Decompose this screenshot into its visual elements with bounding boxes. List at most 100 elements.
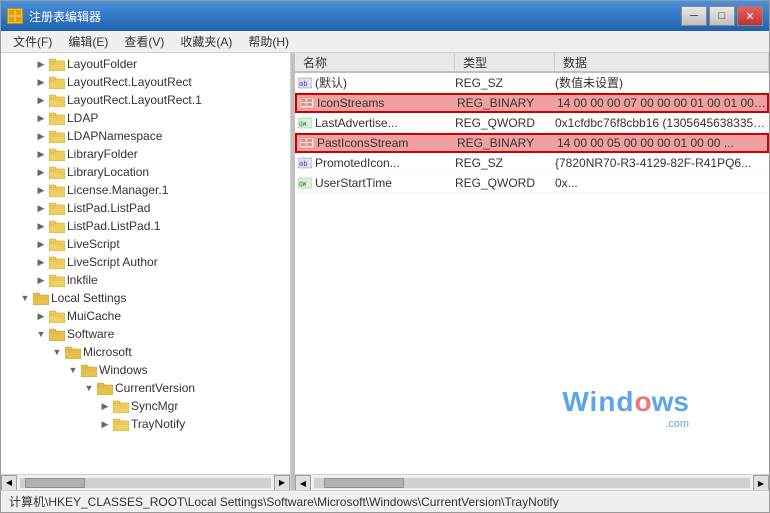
folder-icon: [49, 111, 65, 125]
tree-item[interactable]: ▶ LDAPNamespace: [1, 127, 290, 145]
svg-text:QW: QW: [299, 181, 307, 188]
tree-item[interactable]: ▼ Microsoft: [1, 343, 290, 361]
expand-icon[interactable]: ▶: [33, 128, 49, 144]
right-hscroll-thumb[interactable]: [324, 478, 404, 488]
menu-favorites[interactable]: 收藏夹(A): [172, 31, 240, 52]
col-header-type[interactable]: 类型: [455, 53, 555, 71]
expand-icon[interactable]: ▶: [97, 416, 113, 432]
registry-row[interactable]: ab PromotedIcon... REG_SZ {7820NR70-R3-4…: [295, 153, 769, 173]
tree-item[interactable]: ▶ LayoutRect.LayoutRect: [1, 73, 290, 91]
menu-view[interactable]: 查看(V): [116, 31, 172, 52]
registry-row[interactable]: ab (默认) REG_SZ (数值未设置): [295, 73, 769, 93]
right-hscroll-left-btn[interactable]: ◀: [295, 475, 311, 490]
expand-icon[interactable]: ▶: [33, 218, 49, 234]
expand-icon[interactable]: ▶: [33, 254, 49, 270]
right-hscroll[interactable]: ◀ ▶: [295, 474, 769, 490]
tree-item[interactable]: ▶ SyncMgr: [1, 397, 290, 415]
tree-item[interactable]: ▼ CurrentVersion: [1, 379, 290, 397]
expand-icon[interactable]: ▶: [33, 308, 49, 324]
folder-icon: [49, 255, 65, 269]
reg-data: 0x...: [555, 176, 769, 190]
expand-icon[interactable]: ▼: [33, 326, 49, 342]
tree-item[interactable]: ▶ TrayNotify: [1, 415, 290, 433]
left-hscroll[interactable]: ◀ ▶: [1, 474, 290, 490]
tree-item[interactable]: ▶ LDAP: [1, 109, 290, 127]
reg-data: {7820NR70-R3-4129-82F-R41PQ6...: [555, 156, 769, 170]
menu-bar: 文件(F) 编辑(E) 查看(V) 收藏夹(A) 帮助(H): [1, 31, 769, 53]
right-hscroll-right-btn[interactable]: ▶: [753, 475, 769, 490]
folder-icon: [65, 345, 81, 359]
column-headers: 名称 类型 数据: [295, 53, 769, 73]
registry-row[interactable]: IconStreams REG_BINARY 14 00 00 00 07 00…: [295, 93, 769, 113]
folder-icon: [49, 93, 65, 107]
tree-item[interactable]: ▶ LibraryLocation: [1, 163, 290, 181]
expand-icon[interactable]: ▶: [33, 200, 49, 216]
title-bar-left: 注册表编辑器: [7, 8, 101, 25]
registry-entries[interactable]: ab (默认) REG_SZ (数值未设置) IconStreams REG_B…: [295, 73, 769, 474]
registry-row[interactable]: QW UserStartTime REG_QWORD 0x...: [295, 173, 769, 193]
folder-icon: [49, 219, 65, 233]
tree-label: lnkfile: [67, 273, 98, 287]
col-header-name[interactable]: 名称: [295, 53, 455, 71]
close-button[interactable]: ✕: [737, 6, 763, 26]
reg-type: REG_BINARY: [457, 96, 557, 110]
tree-item[interactable]: ▶ ListPad.ListPad: [1, 199, 290, 217]
col-header-data[interactable]: 数据: [555, 53, 769, 71]
folder-icon: [49, 309, 65, 323]
tree-item[interactable]: ▶ LiveScript Author: [1, 253, 290, 271]
tree-view[interactable]: ▶ LayoutFolder▶ LayoutRect.LayoutRect▶ L…: [1, 53, 290, 474]
menu-file[interactable]: 文件(F): [5, 31, 60, 52]
expand-icon[interactable]: ▶: [33, 110, 49, 126]
reg-type-icon: ab: [295, 156, 315, 170]
reg-type-icon: ab: [295, 76, 315, 90]
reg-name: PastIconsStream: [317, 136, 457, 150]
tree-item[interactable]: ▶ MuiCache: [1, 307, 290, 325]
tree-item[interactable]: ▼ Software: [1, 325, 290, 343]
expand-icon[interactable]: ▶: [33, 182, 49, 198]
expand-icon[interactable]: ▶: [33, 272, 49, 288]
expand-icon[interactable]: ▼: [81, 380, 97, 396]
registry-row[interactable]: QW LastAdvertise... REG_QWORD 0x1cfdbc76…: [295, 113, 769, 133]
tree-label: CurrentVersion: [115, 381, 195, 395]
tree-label: LibraryLocation: [67, 165, 149, 179]
minimize-button[interactable]: ─: [681, 6, 707, 26]
expand-icon[interactable]: ▶: [33, 74, 49, 90]
tree-label: TrayNotify: [131, 417, 185, 431]
hscroll-right-btn[interactable]: ▶: [274, 475, 290, 491]
menu-help[interactable]: 帮助(H): [240, 31, 297, 52]
expand-icon[interactable]: ▶: [33, 236, 49, 252]
reg-type-icon: [297, 96, 317, 110]
tree-label: Local Settings: [51, 291, 126, 305]
registry-row[interactable]: PastIconsStream REG_BINARY 14 00 00 05 0…: [295, 133, 769, 153]
tree-item[interactable]: ▼ Local Settings: [1, 289, 290, 307]
menu-edit[interactable]: 编辑(E): [60, 31, 116, 52]
folder-icon: [97, 381, 113, 395]
expand-icon[interactable]: ▶: [33, 146, 49, 162]
expand-icon[interactable]: ▶: [97, 398, 113, 414]
expand-icon[interactable]: ▶: [33, 56, 49, 72]
tree-item[interactable]: ▶ LayoutFolder: [1, 55, 290, 73]
maximize-button[interactable]: □: [709, 6, 735, 26]
tree-item[interactable]: ▶ LiveScript: [1, 235, 290, 253]
expand-icon[interactable]: ▶: [33, 92, 49, 108]
tree-item[interactable]: ▶ LayoutRect.LayoutRect.1: [1, 91, 290, 109]
tree-item[interactable]: ▼ Windows: [1, 361, 290, 379]
hscroll-thumb[interactable]: [25, 478, 85, 488]
reg-name: IconStreams: [317, 96, 457, 110]
expand-icon[interactable]: ▶: [33, 164, 49, 180]
svg-text:ab: ab: [299, 80, 307, 88]
hscroll-left-btn[interactable]: ◀: [1, 475, 17, 491]
tree-item[interactable]: ▶ ListPad.ListPad.1: [1, 217, 290, 235]
tree-item[interactable]: ▶ License.Manager.1: [1, 181, 290, 199]
svg-text:QW: QW: [299, 121, 307, 128]
expand-icon[interactable]: ▼: [65, 362, 81, 378]
tree-item[interactable]: ▶ LibraryFolder: [1, 145, 290, 163]
expand-icon[interactable]: ▼: [49, 344, 65, 360]
reg-type: REG_BINARY: [457, 136, 557, 150]
tree-item[interactable]: ▶ lnkfile: [1, 271, 290, 289]
tree-label: LDAPNamespace: [67, 129, 162, 143]
reg-name: (默认): [315, 74, 455, 91]
expand-icon[interactable]: ▼: [17, 290, 33, 306]
right-pane: 名称 类型 数据 ab (默认) REG_SZ (数值未设置) IconStre…: [295, 53, 769, 490]
title-buttons: ─ □ ✕: [681, 6, 763, 26]
